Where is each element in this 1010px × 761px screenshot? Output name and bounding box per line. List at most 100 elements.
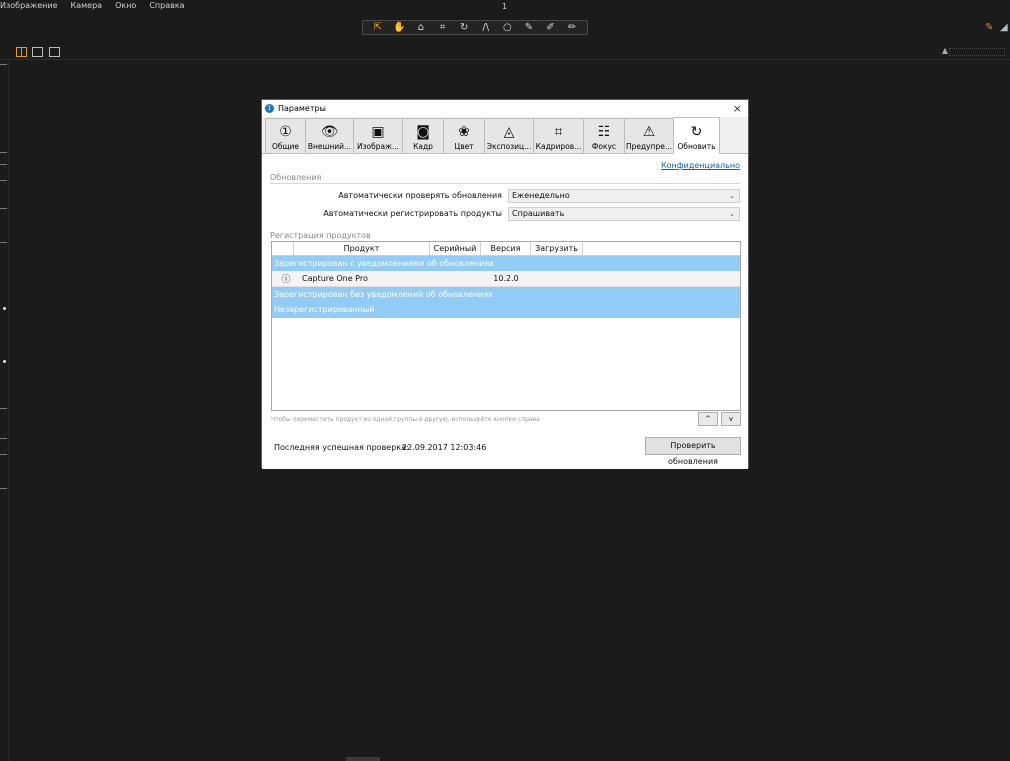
product-version: 10.2.0 bbox=[493, 274, 519, 283]
column-product[interactable]: Продукт bbox=[294, 242, 430, 255]
eyedropper-icon[interactable]: ✐ bbox=[542, 21, 560, 34]
warning-icon: ⚠ bbox=[642, 124, 656, 140]
auto-check-label: Автоматически проверять обновления bbox=[338, 191, 502, 200]
menu-image[interactable]: Изображение bbox=[0, 0, 58, 13]
image-icon: ▣ bbox=[371, 124, 385, 140]
column-download[interactable]: Загрузить bbox=[531, 242, 583, 255]
product-name: Capture One Pro bbox=[302, 274, 368, 283]
tab-bar: ① Общие 👁 Внешний... ▣ Изображ... ◙ Кадр ❀ Цвет ◬ Э… bbox=[262, 117, 748, 154]
move-up-button[interactable]: ^ bbox=[698, 412, 718, 426]
column-serial[interactable]: Серийный bbox=[430, 242, 481, 255]
slider-handle[interactable] bbox=[3, 360, 6, 363]
tab-label: Изображ... bbox=[356, 142, 400, 151]
tab-image[interactable]: ▣ Изображ... bbox=[353, 118, 403, 153]
color-icon: ❀ bbox=[458, 124, 470, 140]
tab-eye[interactable]: 👁 Внешний... bbox=[305, 118, 354, 153]
update-tab-panel: Конфиденциально Обновления Автоматически… bbox=[262, 154, 748, 469]
auto-register-select[interactable]: Спрашивать ⌄ bbox=[508, 207, 740, 221]
grid-view-icon[interactable] bbox=[16, 47, 27, 57]
column-version[interactable]: Версия bbox=[481, 242, 531, 255]
tab-label: Фокус bbox=[591, 142, 617, 151]
tab-label: Кадриров... bbox=[535, 142, 582, 151]
auto-check-select[interactable]: Еженедельно ⌄ bbox=[508, 189, 740, 203]
panel-marker bbox=[0, 208, 7, 209]
tab-label: Общие bbox=[271, 142, 300, 151]
eye-icon: 👁 bbox=[320, 124, 339, 140]
dialog-titlebar: 1 Параметры × bbox=[262, 100, 748, 117]
tab-exposure[interactable]: ◬ Экспозиц... bbox=[484, 118, 534, 153]
pen-icon[interactable]: ✎ bbox=[985, 22, 993, 33]
tab-update[interactable]: ↻ Обновить bbox=[673, 117, 720, 154]
window-number: 1 bbox=[502, 2, 508, 11]
group-unregistered[interactable]: Незарегистрированный bbox=[272, 302, 740, 318]
tab-camera[interactable]: ◙ Кадр bbox=[402, 118, 444, 153]
slider-handle[interactable] bbox=[3, 307, 6, 310]
brush-icon[interactable]: ✎ bbox=[520, 21, 538, 34]
updates-section-header: Обновления bbox=[270, 173, 740, 184]
menu-window[interactable]: Окно bbox=[115, 0, 136, 13]
tab-general[interactable]: ① Общие bbox=[265, 118, 306, 153]
menu-help[interactable]: Справка bbox=[149, 0, 184, 13]
single-view-icon[interactable] bbox=[32, 47, 43, 57]
crop-icon[interactable]: ⌗ bbox=[434, 21, 452, 34]
panel-marker bbox=[0, 488, 7, 489]
panel-marker bbox=[0, 438, 7, 439]
focus-icon: ☷ bbox=[597, 124, 611, 140]
exposure-icon: ◬ bbox=[503, 124, 515, 140]
crop-icon: ⌗ bbox=[554, 124, 563, 140]
cursor-toolbar: ⇱ ✋ ⌂ ⌗ ↻ /\ ○ ✎ ✐ ✏ bbox=[362, 20, 588, 35]
products-grid: Продукт Серийный Версия Загрузить Зареги… bbox=[271, 241, 741, 411]
grid-header: Продукт Серийный Версия Загрузить bbox=[272, 242, 740, 256]
table-row[interactable]: ⓘ Capture One Pro 10.2.0 bbox=[272, 271, 740, 287]
auto-register-value: Спрашивать bbox=[512, 209, 565, 218]
check-updates-button[interactable]: Проверить обновления bbox=[645, 437, 741, 466]
bottom-handle[interactable] bbox=[346, 757, 380, 761]
move-hint: Чтобы переместить продукт из одной групп… bbox=[271, 416, 540, 423]
last-check-value: 22.09.2017 12:03:46 bbox=[402, 443, 487, 452]
loupe-icon[interactable]: ⌂ bbox=[412, 21, 430, 34]
auto-check-value: Еженедельно bbox=[512, 191, 570, 200]
keystone-icon[interactable]: /\ bbox=[477, 21, 495, 34]
dialog-title: Параметры bbox=[278, 104, 326, 113]
tab-label: Внешний... bbox=[307, 142, 352, 151]
tab-warning[interactable]: ⚠ Предупре... bbox=[624, 118, 674, 153]
camera-icon: ◙ bbox=[416, 124, 430, 140]
move-down-button[interactable]: v bbox=[721, 412, 741, 426]
annotate-icon[interactable]: ✏ bbox=[563, 21, 581, 34]
panel-marker bbox=[0, 164, 7, 165]
auto-register-label: Автоматически регистрировать продукты bbox=[323, 209, 502, 218]
tab-label: Обновить bbox=[677, 142, 716, 151]
last-check-label: Последняя успешная проверка: bbox=[274, 443, 409, 452]
filter-bar[interactable] bbox=[949, 48, 1005, 56]
tab-crop[interactable]: ⌗ Кадриров... bbox=[533, 118, 584, 153]
cursor-icon[interactable]: ⇱ bbox=[369, 21, 387, 34]
general-icon: ① bbox=[279, 124, 292, 140]
tab-color[interactable]: ❀ Цвет bbox=[443, 118, 485, 153]
group-registered-notify[interactable]: Зарегистрирован с уведомлениями об обнов… bbox=[272, 256, 740, 271]
tab-label: Предупре... bbox=[625, 142, 673, 151]
info-icon: ⓘ bbox=[281, 275, 291, 285]
frame-view-icon[interactable] bbox=[49, 47, 60, 57]
close-button[interactable]: × bbox=[733, 102, 742, 115]
group-registered-no-notify[interactable]: Зарегистрирован без уведомлений об обнов… bbox=[272, 287, 740, 302]
spot-icon[interactable]: ○ bbox=[498, 21, 516, 34]
tab-focus[interactable]: ☷ Фокус bbox=[583, 118, 625, 153]
menu-camera[interactable]: Камера bbox=[71, 0, 103, 13]
tab-label: Цвет bbox=[454, 142, 474, 151]
panel-marker bbox=[0, 152, 7, 153]
rotate-icon[interactable]: ↻ bbox=[455, 21, 473, 34]
chevron-down-icon: ⌄ bbox=[729, 192, 735, 200]
hand-icon[interactable]: ✋ bbox=[390, 21, 408, 34]
app-icon: 1 bbox=[265, 104, 274, 113]
update-icon: ↻ bbox=[690, 124, 703, 140]
tab-label: Экспозиц... bbox=[486, 142, 532, 151]
grid-header-spacer bbox=[272, 242, 294, 255]
panel-marker bbox=[0, 454, 7, 455]
user-icon[interactable]: ▲ bbox=[942, 46, 948, 55]
panel-marker bbox=[0, 180, 7, 181]
privacy-link[interactable]: Конфиденциально bbox=[661, 161, 740, 170]
tool-icon[interactable]: ◢ bbox=[1000, 22, 1008, 33]
panel-marker bbox=[0, 242, 7, 243]
left-tool-panel bbox=[0, 60, 9, 761]
panel-marker bbox=[0, 64, 7, 65]
